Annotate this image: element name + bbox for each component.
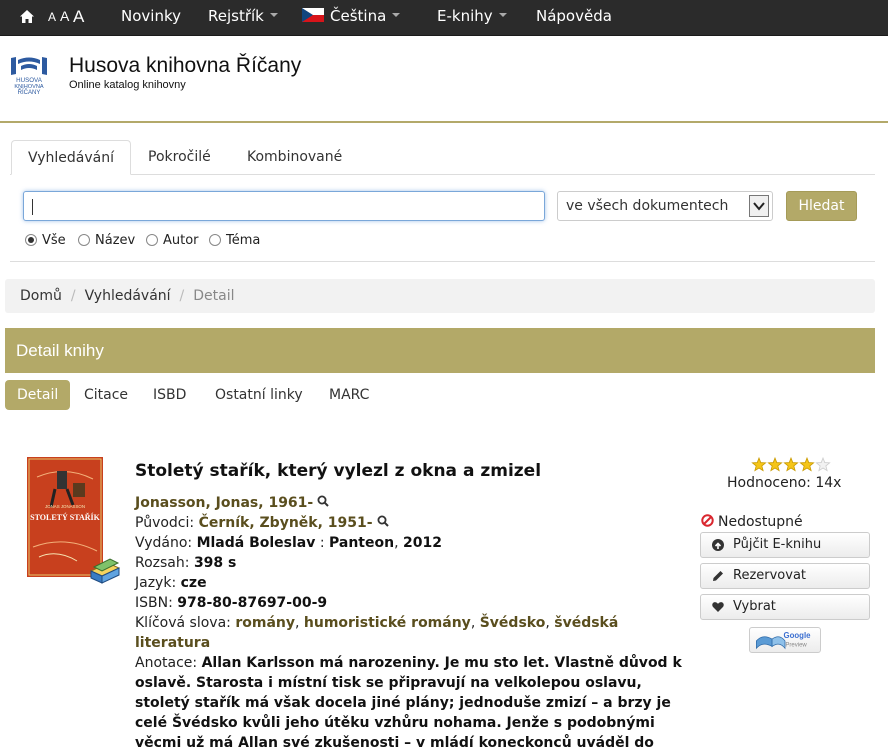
logo-text: ŘÍČANY [18,88,41,96]
preview-text: Preview [785,642,807,648]
book-language: Jazyk: cze [135,575,207,591]
font-size-large[interactable]: A [73,0,84,36]
breadcrumb: Domů / Vyhledávání / Detail [5,279,875,313]
pencil-icon [713,571,723,581]
heart-icon [712,602,724,612]
logo-text: HUSOVA [16,77,43,84]
book-translator: Původci: Černík, Zbyněk, 1951- [135,513,389,533]
top-navbar: A A A Novinky Rejstřík Čeština E-knihy N… [0,0,888,36]
book-extent: Rozsah: 398 s [135,555,237,571]
header-divider [0,121,888,123]
select-arrow [749,195,769,217]
star-icon[interactable] [799,457,815,472]
library-subtitle: Online katalog knihovny [69,79,186,91]
breadcrumb-home[interactable]: Domů [20,288,62,304]
radio-dot [146,233,158,246]
detail-tab-ostatni-linky[interactable]: Ostatní linky [215,380,303,410]
tab-vyhledavani[interactable]: Vyhledávání [11,140,131,175]
author-link[interactable]: Jonasson, Jonas, 1961- [135,495,313,511]
search-icon[interactable] [377,515,389,527]
unavailable-icon [701,513,714,527]
radio-nazev[interactable]: Název [78,233,135,249]
book-author: Jonasson, Jonas, 1961- [135,493,329,513]
detail-heading: Detail knihy [5,328,875,373]
cover-title: STOLETÝ STAŘÍK [30,512,101,522]
scope-select[interactable]: ve všech dokumentech [557,191,773,221]
czech-flag-icon [302,7,324,22]
detail-tab-isbd[interactable]: ISBD [153,380,186,410]
star-icon[interactable] [783,457,799,472]
select-button[interactable]: Vybrat [700,594,870,620]
search-icon[interactable] [317,495,329,507]
radio-vse[interactable]: Vše [25,233,66,249]
book-isbn: ISBN: 978-80-87697-00-9 [135,595,328,611]
detail-tab-detail[interactable]: Detail [5,380,71,410]
tab-pokrocile[interactable]: Pokročilé [132,140,227,175]
library-logo[interactable]: HUSOVA KNIHOVNA ŘÍČANY [8,54,50,96]
google-preview-button[interactable]: Google Preview [749,627,821,653]
font-size-small[interactable]: A [48,0,56,36]
radio-dot [25,233,37,246]
keyword-link[interactable]: Švédsko [480,615,546,631]
chevron-down-icon [392,12,401,17]
radio-autor[interactable]: Autor [146,233,199,249]
borrow-ebook-button[interactable]: Půjčit E-knihu [700,532,870,558]
search-divider [10,261,875,262]
chevron-down-icon [498,12,507,17]
book-keywords: Klíčová slova: romány, humoristické romá… [135,615,619,651]
search-button[interactable]: Hledat [786,191,857,221]
nav-language[interactable]: Čeština [302,0,401,36]
chevron-down-icon [269,12,278,17]
search-input[interactable] [23,191,545,221]
translator-link[interactable]: Černík, Zbyněk, 1951- [199,515,373,531]
book-annotation: Anotace: Allan Karlsson má narozeniny. J… [135,655,682,751]
home-icon[interactable] [19,9,35,24]
nav-novinky[interactable]: Novinky [121,0,181,36]
tab-kombinovane[interactable]: Kombinované [231,140,358,175]
arrow-circle-icon [712,539,724,551]
radio-dot [78,233,90,246]
radio-tema[interactable]: Téma [209,233,260,249]
chevron-down-icon [753,202,765,211]
book-published: Vydáno: Mladá Boleslav : Panteon, 2012 [135,535,442,551]
keyword-link[interactable]: romány [235,615,295,631]
nav-rejstrik[interactable]: Rejstřík [208,0,278,36]
text-cursor [32,199,33,215]
radio-dot [209,233,221,246]
nav-eknihy[interactable]: E-knihy [437,0,507,36]
google-text: Google [784,631,812,640]
detail-tab-marc[interactable]: MARC [329,380,369,410]
nav-napoveda[interactable]: Nápověda [536,0,612,36]
scope-value: ve všech dokumentech [566,198,729,214]
rating-stars[interactable] [751,457,831,473]
font-size-medium[interactable]: A [60,0,69,36]
availability-status: Nedostupné [701,513,803,530]
cover-author: JONAS JONASSON [45,504,85,509]
reserve-button[interactable]: Rezervovat [700,563,870,589]
breadcrumb-search[interactable]: Vyhledávání [85,288,171,304]
book-title: Stoletý stařík, který vylezl z okna a zm… [135,461,542,481]
books-icon [89,558,121,584]
library-name[interactable]: Husova knihovna Říčany [69,54,301,78]
detail-tab-citace[interactable]: Citace [84,380,128,410]
keyword-link[interactable]: humoristické romány [304,615,471,631]
breadcrumb-current: Detail [193,288,235,304]
star-icon[interactable] [767,457,783,472]
star-icon[interactable] [751,457,767,472]
star-icon[interactable] [815,457,831,472]
rating-count: Hodnoceno: 14x [727,475,842,491]
